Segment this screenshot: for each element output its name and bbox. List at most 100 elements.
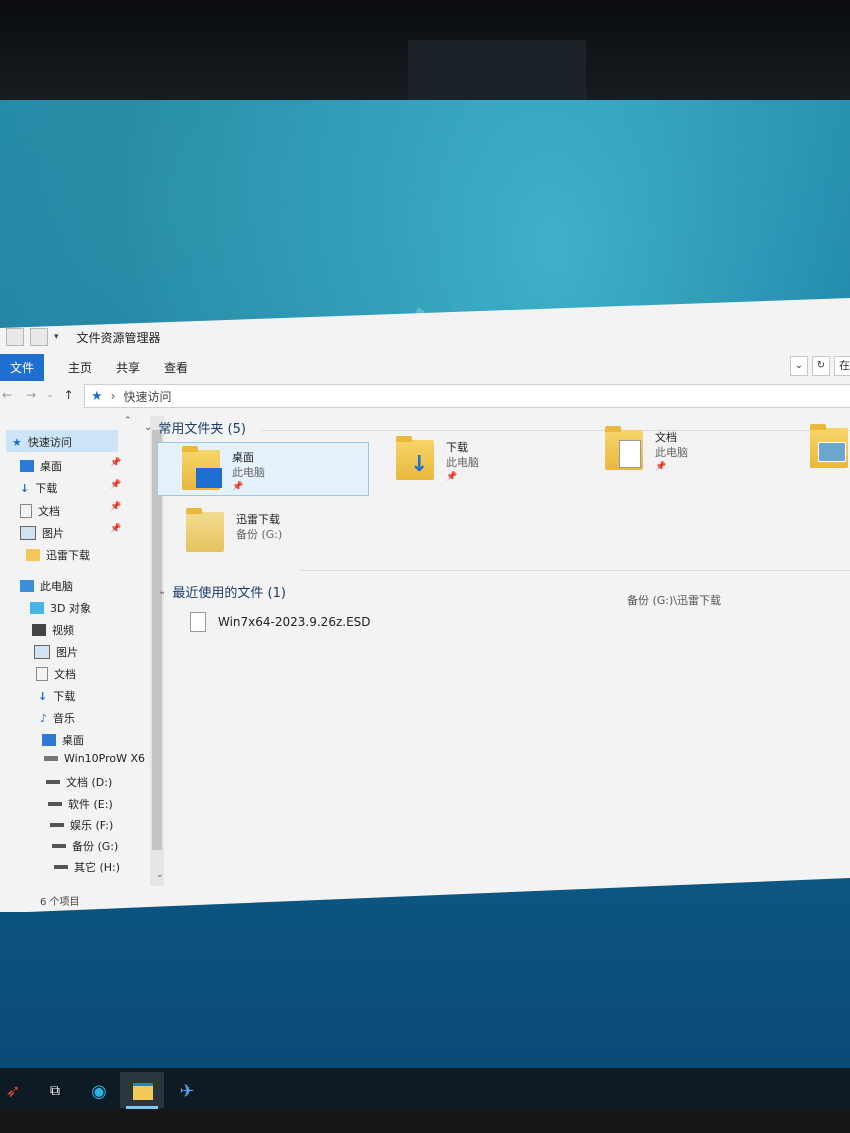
pin-icon: 📌 (232, 482, 244, 492)
ribbon-tabs: 文件 主页 共享 查看 ⌄ ↻ 在 (0, 353, 850, 381)
download-arrow-icon: ↓ (20, 481, 30, 495)
properties-icon[interactable] (30, 328, 48, 346)
desktop-icon (20, 460, 34, 472)
desktop-folder-icon (182, 446, 222, 490)
pin-icon[interactable]: 📌 (110, 524, 121, 534)
customize-toolbar-chevron-icon[interactable]: ▾ (54, 332, 59, 342)
nav-item-pc-pictures[interactable]: 图片 (34, 644, 78, 660)
file-explorer-icon[interactable] (130, 1078, 156, 1104)
start-menu-icon[interactable]: ➶ (0, 1078, 26, 1104)
up-arrow-icon[interactable]: ↑ (64, 388, 74, 402)
pin-icon: 📌 (655, 462, 667, 472)
nav-item-pc-documents[interactable]: 文档 (36, 666, 76, 682)
drive-icon (54, 865, 68, 869)
nav-item-this-pc[interactable]: 此电脑 (20, 578, 73, 594)
folder-tile-pictures[interactable] (810, 424, 848, 468)
navigation-bar: ← → ⌄ ↑ ★ › 快速访问 (0, 382, 850, 408)
tab-view[interactable]: 查看 (164, 359, 188, 376)
search-input[interactable]: 在 (834, 356, 850, 376)
address-bar[interactable]: ★ › 快速访问 (84, 384, 850, 408)
recent-files-header[interactable]: ⌄ 最近使用的文件 (1) (158, 582, 286, 601)
document-icon (36, 667, 48, 681)
nav-item-downloads[interactable]: ↓ 下载 (20, 480, 57, 496)
recent-file-location: 备份 (G:)\迅雷下载 (627, 594, 722, 607)
back-arrow-icon[interactable]: ← (2, 388, 12, 402)
computer-icon (20, 580, 34, 592)
scroll-up-icon[interactable]: ⌃ (124, 416, 132, 426)
taskbar-active-indicator (126, 1106, 158, 1109)
nav-item-drive-e[interactable]: 软件 (E:) (48, 796, 113, 812)
address-dropdown-icon[interactable]: ⌄ (790, 356, 808, 376)
navigation-pane: ★ 快速访问 桌面 📌 ↓ 下载 📌 文档 📌 图片 📌 迅雷下载 此电脑 3D… (0, 416, 150, 886)
nav-item-xunlei[interactable]: 迅雷下载 (26, 547, 90, 563)
drive-icon (50, 823, 64, 827)
frequent-folders-header[interactable]: ⌄ 常用文件夹 (5) (144, 418, 246, 437)
pictures-icon (20, 526, 36, 540)
nav-item-pictures[interactable]: 图片 (20, 525, 64, 541)
nav-item-pc-desktop[interactable]: 桌面 (42, 732, 84, 748)
tab-file[interactable]: 文件 (0, 353, 45, 381)
nav-item-videos[interactable]: 视频 (32, 622, 74, 638)
tab-home[interactable]: 主页 (68, 359, 92, 376)
nav-item-pc-downloads[interactable]: ↓ 下载 (38, 688, 75, 704)
music-note-icon: ♪ (40, 711, 48, 725)
monitor-camera-housing (408, 40, 586, 106)
status-item-count: 6 个项目 (40, 897, 80, 908)
folder-tile-documents[interactable]: 文档 此电脑 📌 (605, 426, 688, 475)
nav-item-drive-h[interactable]: 其它 (H:) (54, 859, 120, 875)
nav-item-3d-objects[interactable]: 3D 对象 (30, 600, 91, 616)
file-icon (190, 612, 206, 632)
scroll-down-icon[interactable]: ⌄ (156, 870, 164, 880)
collapse-chevron-icon[interactable]: ⌄ (158, 586, 166, 597)
tab-share[interactable]: 共享 (116, 359, 140, 376)
drive-icon (48, 802, 62, 806)
monitor-bezel-bottom (0, 1110, 850, 1133)
nav-item-drive-g[interactable]: 备份 (G:) (52, 838, 118, 854)
quick-access-toolbar-icon[interactable] (6, 328, 24, 346)
cube-icon (30, 602, 44, 614)
pin-icon[interactable]: 📌 (110, 480, 121, 490)
quick-access-star-icon: ★ (91, 388, 103, 404)
breadcrumb-separator-icon: › (110, 389, 116, 403)
nav-item-drive-d[interactable]: 文档 (D:) (46, 774, 112, 790)
refresh-icon[interactable]: ↻ (812, 356, 830, 376)
pin-icon[interactable]: 📌 (110, 502, 121, 512)
folder-tile-downloads[interactable]: ↓ 下载 此电脑 📌 (396, 436, 479, 485)
pictures-folder-icon (810, 424, 848, 468)
nav-item-desktop[interactable]: 桌面 (20, 458, 62, 474)
folder-tile-xunlei[interactable]: 迅雷下载 备份 (G:) (186, 508, 282, 552)
document-icon (20, 504, 32, 518)
downloads-folder-icon: ↓ (396, 436, 434, 480)
nav-item-documents[interactable]: 文档 (20, 503, 60, 519)
recent-file-row[interactable]: Win7x64-2023.9.26z.ESD (190, 612, 371, 632)
nav-item-drive-f[interactable]: 娱乐 (F:) (50, 817, 113, 833)
forward-arrow-icon[interactable]: → (26, 388, 36, 402)
folder-icon (26, 549, 40, 561)
pin-icon[interactable]: 📌 (110, 458, 121, 468)
pictures-icon (34, 645, 50, 659)
drive-icon (52, 844, 66, 848)
section-divider (262, 430, 850, 431)
title-bar: ▾ 文件资源管理器 (0, 322, 850, 352)
desktop-icon (42, 734, 56, 746)
pin-icon: 📌 (446, 472, 458, 482)
documents-folder-icon (605, 426, 643, 470)
xunlei-folder-icon (186, 508, 224, 552)
nav-item-quick-access[interactable]: ★ 快速访问 (12, 434, 72, 450)
drive-icon (46, 780, 60, 784)
nav-item-music[interactable]: ♪ 音乐 (40, 710, 75, 726)
windows-drive-icon (44, 756, 58, 761)
breadcrumb-quick-access[interactable]: 快速访问 (123, 388, 171, 405)
video-icon (32, 624, 46, 636)
section-divider (300, 570, 850, 571)
window-title: 文件资源管理器 (76, 330, 161, 345)
edge-browser-icon[interactable]: ◉ (86, 1078, 112, 1104)
xunlei-app-icon[interactable]: ✈ (174, 1078, 200, 1104)
task-view-icon[interactable]: ⧉ (42, 1078, 68, 1104)
nav-item-drive-c[interactable]: Win10ProW X6 (44, 752, 145, 765)
star-icon: ★ (12, 435, 22, 449)
collapse-chevron-icon[interactable]: ⌄ (144, 422, 152, 433)
download-arrow-icon: ↓ (38, 689, 48, 703)
folder-tile-desktop[interactable]: 桌面 此电脑 📌 (182, 446, 265, 495)
recent-locations-icon[interactable]: ⌄ (46, 390, 54, 400)
